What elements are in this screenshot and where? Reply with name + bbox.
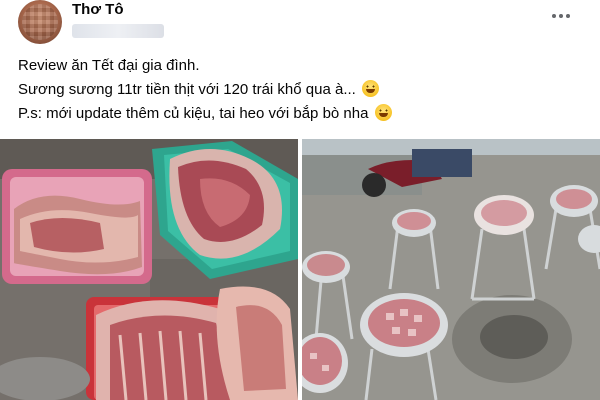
post-caption: Review ăn Tết đại gia đình. Sương sương …: [18, 54, 588, 126]
caption-line-2: Sương sương 11tr tiền thịt với 120 trái …: [18, 78, 588, 102]
meat-bowls-on-stands-photo[interactable]: [302, 139, 600, 400]
caption-line-3: P.s: mới update thêm củ kiệu, tai heo vớ…: [18, 102, 588, 126]
caption-text-1: Review ăn Tết đại gia đình.: [18, 57, 200, 74]
post-header: Thơ Tô: [0, 0, 600, 48]
caption-text-3: P.s: mới update thêm củ kiệu, tai heo vớ…: [18, 105, 369, 122]
facebook-post: Thơ Tô Review ăn Tết đại gia đình. Sương…: [0, 0, 600, 400]
author-avatar[interactable]: [18, 0, 62, 44]
grinning-face-emoji-icon: [374, 104, 392, 121]
pork-in-baskets-photo[interactable]: [0, 139, 298, 400]
more-options-icon[interactable]: [548, 6, 574, 26]
author-name[interactable]: Thơ Tô: [72, 1, 123, 18]
pork-in-baskets-image: [0, 139, 298, 400]
caption-text-2: Sương sương 11tr tiền thịt với 120 trái …: [18, 81, 356, 98]
caption-line-1: Review ăn Tết đại gia đình.: [18, 54, 588, 78]
grinning-face-emoji-icon: [362, 80, 379, 97]
meat-bowls-on-stands-image: [302, 139, 600, 400]
post-timestamp-blurred: [72, 24, 164, 38]
